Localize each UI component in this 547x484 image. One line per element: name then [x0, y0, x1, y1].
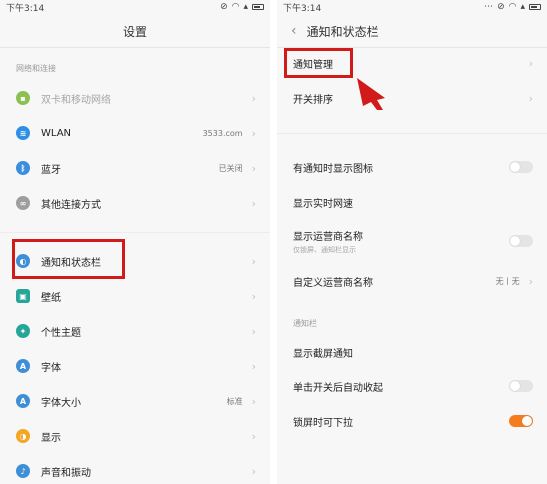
settings-item-other-connections[interactable]: ∞ 其他连接方式 ›	[0, 186, 270, 220]
settings-item-font[interactable]: A 字体 ›	[0, 349, 270, 383]
font-size-value: 标准	[226, 396, 243, 406]
settings-item-label: 蓝牙	[41, 164, 61, 176]
page-title: 通知和状态栏	[306, 24, 379, 39]
settings-item-label: 其他连接方式	[41, 199, 101, 211]
divider	[0, 232, 270, 233]
mute-icon: ⊘	[220, 2, 228, 12]
chevron-right-icon: ›	[528, 274, 533, 288]
custom-carrier-name-item[interactable]: 自定义运营商名称 无丨无 ›	[277, 264, 547, 298]
show-carrier-name-item[interactable]: 显示运营商名称 仅锁屏、通知栏显示	[277, 222, 547, 260]
page-title: 设置	[122, 24, 147, 39]
wifi-icon: ◠	[231, 2, 240, 12]
item-label: 显示运营商名称	[293, 231, 363, 243]
item-label: 锁屏时可下拉	[293, 417, 353, 429]
bluetooth-status: 已关闭	[218, 163, 243, 173]
chevron-right-icon: ›	[251, 324, 256, 338]
battery-icon	[529, 4, 541, 10]
status-bar: 下午3:14 ⊘ ◠ ▴	[0, 0, 270, 14]
item-label: 显示截屏通知	[293, 348, 353, 360]
chevron-right-icon: ›	[528, 56, 533, 70]
chevron-right-icon: ›	[251, 429, 256, 443]
annotation-arrow-icon	[357, 78, 385, 110]
item-label: 开关排序	[293, 94, 333, 106]
carrier-name-value: 无丨无	[495, 276, 520, 286]
lockscreen-pulldown-item[interactable]: 锁屏时可下拉	[277, 404, 547, 438]
annotation-highlight-box	[12, 239, 125, 279]
display-icon: ◑	[16, 429, 30, 443]
font-size-icon: A	[16, 394, 30, 408]
signal-icon: ▴	[243, 2, 248, 12]
toggle-switch[interactable]	[509, 235, 533, 247]
item-label: 自定义运营商名称	[293, 277, 373, 289]
item-label: 有通知时显示图标	[293, 163, 373, 175]
section-notification-bar-label: 通知栏	[293, 319, 317, 328]
toggle-switch[interactable]	[509, 161, 533, 173]
settings-item-label: 显示	[41, 432, 61, 444]
chevron-right-icon: ›	[251, 464, 256, 478]
font-icon: A	[16, 359, 30, 373]
divider	[277, 133, 547, 134]
settings-item-label: WLAN	[41, 127, 72, 139]
show-network-speed-item[interactable]: 显示实时网速	[277, 185, 547, 219]
signal-icon: ▴	[520, 2, 525, 12]
settings-item-display[interactable]: ◑ 显示 ›	[0, 419, 270, 453]
settings-item-label: 个性主题	[41, 327, 81, 339]
toggle-order-item[interactable]: 开关排序 ›	[277, 81, 547, 115]
sim-card-icon: ▪	[16, 91, 30, 105]
screenshot-notification-item[interactable]: 显示截屏通知	[277, 335, 547, 369]
settings-item-label: 壁纸	[41, 292, 61, 304]
bluetooth-icon: ᛒ	[16, 161, 30, 175]
link-icon: ∞	[16, 196, 30, 210]
item-label: 单击开关后自动收起	[293, 382, 383, 394]
settings-item-label: 声音和振动	[41, 467, 91, 479]
settings-item-font-size[interactable]: A 字体大小 标准 ›	[0, 384, 270, 418]
toggle-switch[interactable]	[509, 415, 533, 427]
settings-item-sound[interactable]: ♪ 声音和振动 ›	[0, 454, 270, 484]
wallpaper-icon: ▣	[16, 289, 30, 303]
settings-item-bluetooth[interactable]: ᛒ 蓝牙 已关闭 ›	[0, 151, 270, 185]
notifications-screen: 下午3:14 ⋯ ⊘ ◠ ▴ ‹ 通知和状态栏 通知管理 › 开关排序 › 有通…	[277, 0, 547, 484]
settings-item-theme[interactable]: ✦ 个性主题 ›	[0, 314, 270, 348]
chevron-right-icon: ›	[251, 359, 256, 373]
back-arrow-icon[interactable]: ‹	[291, 23, 297, 39]
settings-item-label: 字体大小	[41, 397, 81, 409]
chevron-right-icon: ›	[251, 394, 256, 408]
show-notification-icon-item[interactable]: 有通知时显示图标	[277, 150, 547, 184]
status-time: 下午3:14	[283, 3, 322, 14]
more-icon: ⋯	[484, 2, 494, 12]
section-network-label: 网络和连接	[16, 64, 56, 73]
wifi-icon: ≋	[16, 126, 30, 140]
sound-icon: ♪	[16, 464, 30, 478]
settings-screen: 下午3:14 ⊘ ◠ ▴ 设置 网络和连接 ▪ 双卡和移动网络 › ≋ WLAN…	[0, 0, 270, 484]
settings-item-label: 双卡和移动网络	[41, 94, 111, 106]
item-sublabel: 仅锁屏、通知栏显示	[293, 245, 356, 254]
settings-item-wallpaper[interactable]: ▣ 壁纸 ›	[0, 279, 270, 313]
settings-item-label: 字体	[41, 362, 61, 374]
toggle-switch[interactable]	[509, 380, 533, 392]
wlan-ssid: 3533.com	[202, 128, 243, 138]
wifi-icon: ◠	[508, 2, 517, 12]
theme-icon: ✦	[16, 324, 30, 338]
battery-icon	[252, 4, 264, 10]
chevron-right-icon: ›	[251, 196, 256, 210]
status-bar: 下午3:14 ⋯ ⊘ ◠ ▴	[277, 0, 547, 14]
chevron-right-icon: ›	[528, 91, 533, 105]
status-time: 下午3:14	[6, 3, 45, 14]
chevron-right-icon: ›	[251, 161, 256, 175]
auto-collapse-item[interactable]: 单击开关后自动收起	[277, 369, 547, 403]
mute-icon: ⊘	[497, 2, 505, 12]
chevron-right-icon: ›	[251, 91, 256, 105]
settings-item-dual-sim[interactable]: ▪ 双卡和移动网络 ›	[0, 81, 270, 115]
chevron-right-icon: ›	[251, 126, 256, 140]
chevron-right-icon: ›	[251, 289, 256, 303]
item-label: 显示实时网速	[293, 198, 353, 210]
screen-divider	[270, 0, 277, 484]
chevron-right-icon: ›	[251, 254, 256, 268]
settings-item-wlan[interactable]: ≋ WLAN 3533.com ›	[0, 116, 270, 150]
divider	[0, 47, 270, 48]
annotation-highlight-box	[284, 48, 353, 78]
